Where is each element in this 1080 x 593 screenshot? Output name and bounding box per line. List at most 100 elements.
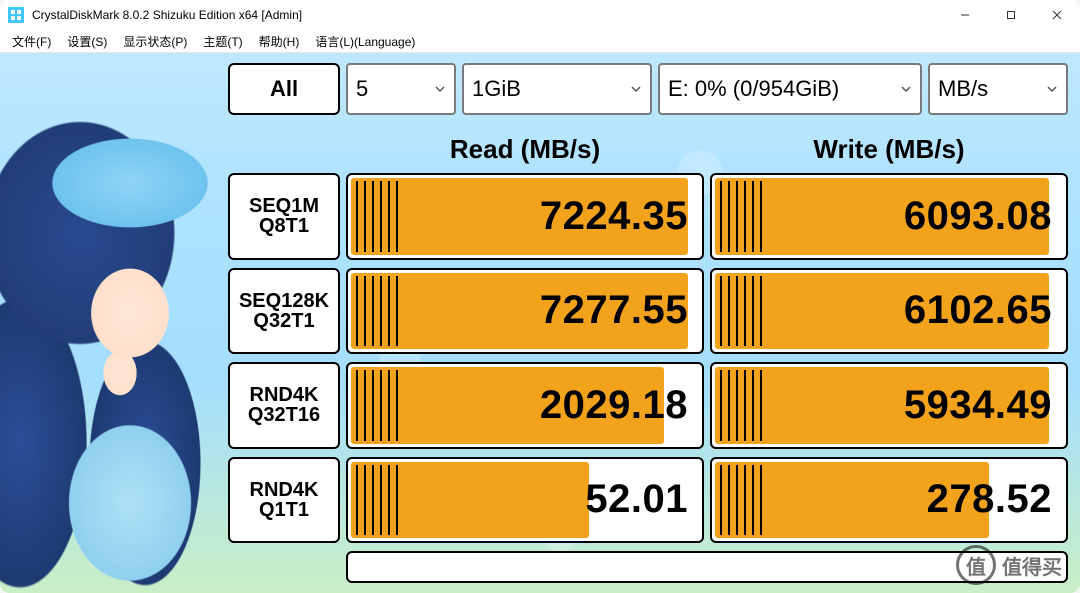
scale-tick — [752, 370, 754, 441]
test-name-line2: Q32T1 — [253, 311, 314, 331]
test-count-value: 5 — [356, 76, 368, 102]
scale-tick — [372, 181, 374, 252]
read-value: 7224.35 — [540, 194, 688, 239]
close-button[interactable] — [1034, 0, 1080, 30]
test-button-seq1m-q8t1[interactable]: SEQ1MQ8T1 — [228, 173, 340, 260]
read-value: 52.01 — [585, 477, 688, 522]
footer-spacer — [228, 551, 340, 583]
scale-tick — [760, 276, 762, 347]
menu-bar: 文件(F) 设置(S) 显示状态(P) 主题(T) 帮助(H) 语言(L)(La… — [0, 30, 1080, 53]
scale-tick — [752, 181, 754, 252]
result-read-row2: 2029.18 — [346, 362, 704, 449]
test-name-line1: RND4K — [250, 385, 319, 405]
minimize-button[interactable] — [942, 0, 988, 30]
test-name-line1: SEQ128K — [239, 291, 329, 311]
scale-tick — [736, 370, 738, 441]
scale-tick — [388, 276, 390, 347]
menu-file[interactable]: 文件(F) — [4, 31, 59, 52]
unit-select[interactable]: MB/s — [928, 63, 1068, 115]
scale-tick — [736, 465, 738, 536]
test-name-line2: Q1T1 — [259, 500, 309, 520]
scale-tick — [760, 465, 762, 536]
status-bar — [346, 551, 1068, 583]
scale-tick — [728, 276, 730, 347]
test-button-rnd4k-q1t1[interactable]: RND4KQ1T1 — [228, 457, 340, 544]
scale-tick — [356, 276, 358, 347]
result-write-row3: 278.52 — [710, 457, 1068, 544]
scale-tick — [380, 370, 382, 441]
result-read-row3: 52.01 — [346, 457, 704, 544]
test-button-seq128k-q32t1[interactable]: SEQ128KQ32T1 — [228, 268, 340, 355]
test-count-select[interactable]: 5 — [346, 63, 456, 115]
scale-tick — [744, 276, 746, 347]
scale-tick — [364, 276, 366, 347]
chevron-down-icon — [900, 83, 912, 95]
scale-tick — [720, 370, 722, 441]
scale-tick — [356, 181, 358, 252]
menu-help[interactable]: 帮助(H) — [251, 31, 308, 52]
window-title: CrystalDiskMark 8.0.2 Shizuku Edition x6… — [32, 8, 942, 22]
scale-tick — [760, 181, 762, 252]
result-read-row0: 7224.35 — [346, 173, 704, 260]
result-read-row1: 7277.55 — [346, 268, 704, 355]
maximize-button[interactable] — [988, 0, 1034, 30]
scale-tick — [736, 181, 738, 252]
test-button-rnd4k-q32t16[interactable]: RND4KQ32T16 — [228, 362, 340, 449]
scale-tick — [720, 465, 722, 536]
scale-tick — [760, 370, 762, 441]
combo-row: 5 1GiB E: 0% (0/954GiB) MB/s — [346, 63, 1068, 115]
test-name-line1: SEQ1M — [249, 196, 319, 216]
scale-tick — [380, 465, 382, 536]
run-all-label: All — [270, 78, 298, 100]
scale-tick — [728, 370, 730, 441]
test-size-select[interactable]: 1GiB — [462, 63, 652, 115]
scale-tick — [396, 181, 398, 252]
client-area: All 5 1GiB E: 0% (0/954GiB) MB/s Read (M… — [0, 53, 1080, 593]
scale-tick — [380, 181, 382, 252]
scale-tick — [396, 465, 398, 536]
menu-theme[interactable]: 主题(T) — [195, 31, 250, 52]
chevron-down-icon — [1046, 83, 1058, 95]
scale-tick — [728, 181, 730, 252]
scale-tick — [752, 465, 754, 536]
chevron-down-icon — [434, 83, 446, 95]
menu-settings[interactable]: 设置(S) — [59, 31, 115, 52]
benchmark-grid: All 5 1GiB E: 0% (0/954GiB) MB/s Read (M… — [228, 63, 1068, 583]
window-titlebar: CrystalDiskMark 8.0.2 Shizuku Edition x6… — [0, 0, 1080, 30]
scale-tick — [752, 276, 754, 347]
test-name-line2: Q8T1 — [259, 216, 309, 236]
write-value: 278.52 — [927, 477, 1052, 522]
scale-tick — [388, 465, 390, 536]
scale-tick — [372, 465, 374, 536]
chevron-down-icon — [630, 83, 642, 95]
scale-tick — [364, 370, 366, 441]
scale-tick — [388, 181, 390, 252]
scale-tick — [744, 181, 746, 252]
scale-tick — [372, 370, 374, 441]
header-spacer — [228, 123, 340, 165]
menu-language[interactable]: 语言(L)(Language) — [307, 31, 423, 52]
scale-tick — [728, 465, 730, 536]
scale-tick — [744, 465, 746, 536]
progress-bar — [351, 462, 589, 539]
menu-display[interactable]: 显示状态(P) — [115, 31, 195, 52]
write-value: 6093.08 — [904, 194, 1052, 239]
unit-value: MB/s — [938, 76, 988, 102]
scale-tick — [388, 370, 390, 441]
scale-tick — [364, 181, 366, 252]
scale-tick — [356, 465, 358, 536]
run-all-button[interactable]: All — [228, 63, 340, 115]
scale-tick — [736, 276, 738, 347]
scale-tick — [356, 370, 358, 441]
scale-tick — [380, 276, 382, 347]
test-size-value: 1GiB — [472, 76, 521, 102]
result-write-row0: 6093.08 — [710, 173, 1068, 260]
scale-tick — [396, 276, 398, 347]
test-name-line2: Q32T16 — [248, 405, 320, 425]
write-value: 6102.65 — [904, 288, 1052, 333]
read-value: 2029.18 — [540, 383, 688, 428]
drive-value: E: 0% (0/954GiB) — [668, 76, 839, 102]
scale-tick — [372, 276, 374, 347]
drive-select[interactable]: E: 0% (0/954GiB) — [658, 63, 922, 115]
result-write-row1: 6102.65 — [710, 268, 1068, 355]
